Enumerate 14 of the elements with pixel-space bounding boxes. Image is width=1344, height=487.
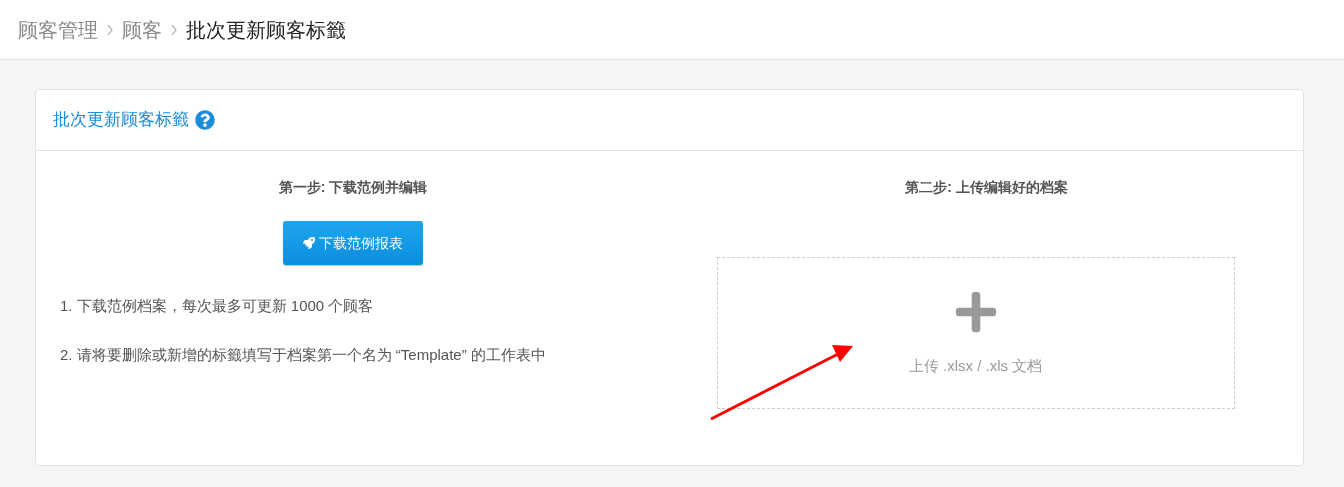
breadcrumb-item[interactable]: 顾客 xyxy=(122,14,162,45)
step-title: 第一步: 下载范例并编辑 xyxy=(278,178,428,197)
breadcrumb-item: 批次更新顾客标籤 xyxy=(186,17,346,43)
instruction-text: 1. 下载范例档案，每次最多可更新 1000 个顾客 xyxy=(60,296,375,316)
help-icon[interactable] xyxy=(195,110,215,130)
breadcrumb-item[interactable]: 顾客管理 xyxy=(18,14,98,45)
upload-hint: 上传 .xlsx / .xls 文档 xyxy=(908,355,1043,376)
download-button[interactable]: 下载范例报表 xyxy=(283,221,423,265)
instruction-text: 2. 请将要删除或新增的标籤填写于档案第一个名为 “Template” 的工作表中 xyxy=(60,344,546,365)
chevron-right-icon xyxy=(106,23,114,36)
rocket-icon xyxy=(303,237,315,249)
card-title: 批次更新顾客标籤 xyxy=(53,109,189,132)
chevron-right-icon xyxy=(170,23,178,36)
step-title: 第二步: 上传编辑好的档案 xyxy=(905,178,1068,197)
